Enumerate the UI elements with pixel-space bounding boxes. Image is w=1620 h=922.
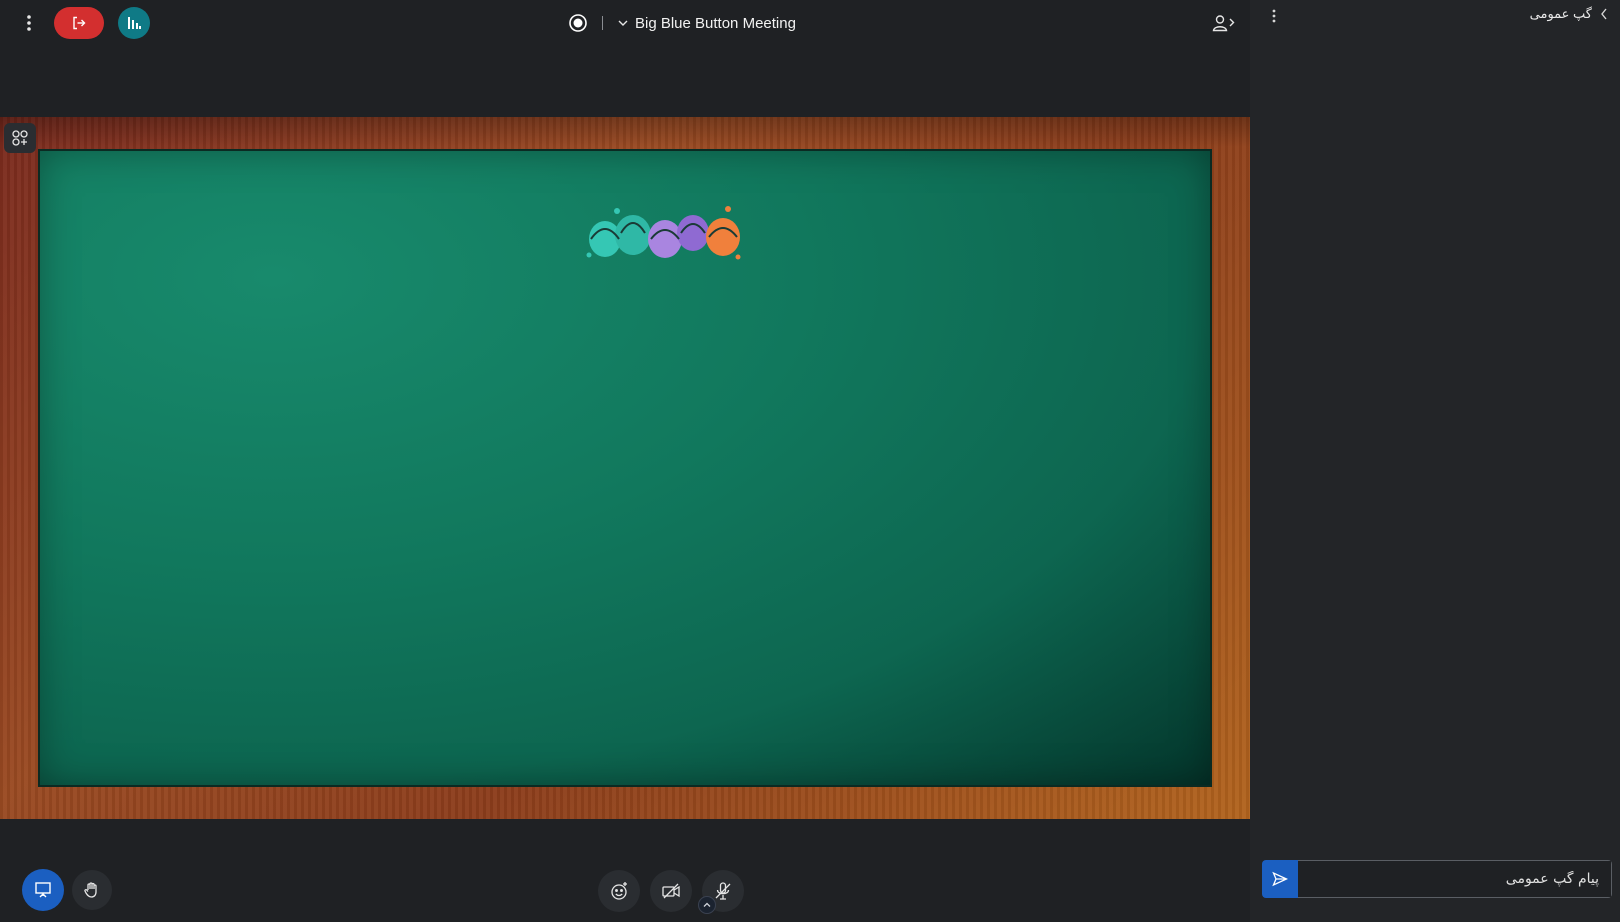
bar-chart-icon <box>128 17 141 29</box>
logout-icon <box>73 16 86 30</box>
bottom-left-actions <box>22 869 112 911</box>
camera-button[interactable] <box>650 870 692 912</box>
frame-shade <box>0 117 1250 147</box>
mic-off-icon <box>715 882 731 900</box>
chalkboard <box>38 149 1212 787</box>
chat-title-button[interactable]: گپ عمومی <box>1530 6 1608 22</box>
raise-hand-button[interactable] <box>72 870 112 910</box>
multi-user-whiteboard-icon <box>12 130 28 146</box>
vertical-dots-icon <box>1272 9 1276 23</box>
send-message-button[interactable] <box>1262 860 1298 898</box>
chevron-left-icon <box>1601 8 1607 20</box>
camera-off-icon <box>662 883 680 899</box>
meeting-header: Big Blue Button Meeting <box>568 11 796 35</box>
record-button[interactable] <box>568 13 588 33</box>
multi-user-whiteboard-button[interactable] <box>4 123 36 153</box>
user-chevron-icon <box>1212 15 1235 32</box>
reactions-button[interactable] <box>598 870 640 912</box>
chat-title: گپ عمومی <box>1529 6 1592 21</box>
meeting-title-dropdown[interactable]: Big Blue Button Meeting <box>617 15 796 32</box>
presentation-whiteboard[interactable] <box>0 117 1250 819</box>
smiley-icon <box>611 882 627 900</box>
media-controls <box>598 870 744 912</box>
app-root: Big Blue Button Meeting گپ عمومی پیام گپ… <box>0 0 1620 922</box>
send-icon <box>1272 871 1288 887</box>
presentation-icon <box>35 882 51 898</box>
header-separator <box>602 16 603 30</box>
meeting-title: Big Blue Button Meeting <box>635 14 796 32</box>
user-list-toggle[interactable] <box>1210 11 1238 35</box>
chat-header: گپ عمومی <box>1250 0 1620 32</box>
chevron-down-icon <box>618 20 628 26</box>
leave-meeting-button[interactable] <box>54 7 104 39</box>
chat-panel: گپ عمومی <box>1250 0 1620 922</box>
audio-options-button[interactable] <box>698 896 716 914</box>
main-area: Big Blue Button Meeting <box>0 0 1250 922</box>
chevron-up-icon <box>703 902 711 907</box>
chat-compose <box>1262 860 1612 898</box>
chat-options-button[interactable] <box>1268 6 1280 26</box>
vertical-dots-icon <box>27 15 31 31</box>
options-menu-button[interactable] <box>18 7 40 39</box>
record-icon <box>569 14 587 32</box>
hand-icon <box>84 882 97 898</box>
poll-button[interactable] <box>118 7 150 39</box>
board-logo-image <box>586 206 741 260</box>
chat-message-input[interactable] <box>1298 860 1612 898</box>
top-left-actions <box>18 7 150 39</box>
presentation-button[interactable] <box>22 869 64 911</box>
